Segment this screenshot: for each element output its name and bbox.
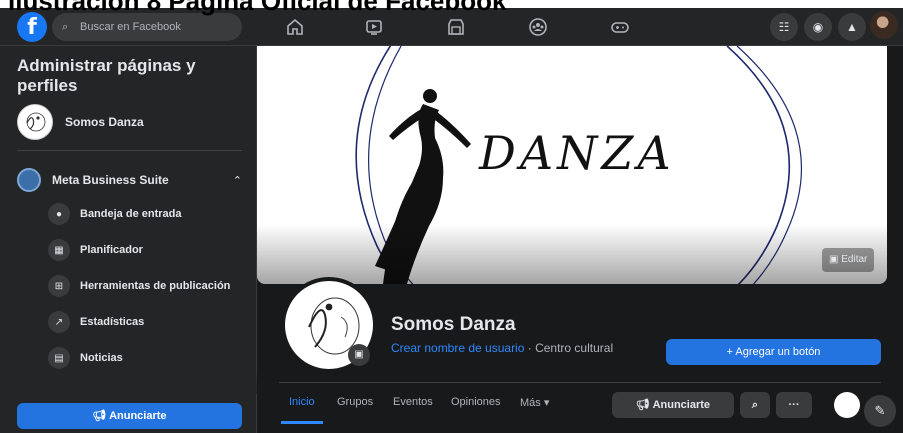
business-suite-label: Meta Business Suite (52, 173, 169, 187)
tab-reviews[interactable]: Opiniones (451, 396, 501, 408)
sidebar-promote-button[interactable]: 📢︎ Anunciarte (17, 403, 242, 429)
sidebar-scroll-fade (0, 366, 257, 394)
more-options-button[interactable]: ··· (776, 392, 812, 418)
tabs-divider (279, 382, 881, 383)
chat-bubble-icon: ● (48, 203, 70, 225)
home-icon[interactable] (285, 17, 305, 37)
figure-caption: Ilustración 8 Página Oficial de Facebook (8, 0, 507, 16)
search-button[interactable]: ⌕ (740, 392, 770, 418)
tab-home[interactable]: Inicio (289, 396, 315, 408)
gaming-icon[interactable] (610, 17, 630, 37)
search-input[interactable]: ⌕ Buscar en Facebook (52, 13, 242, 41)
sidebar-item-planner[interactable]: ▦ Planificador (48, 238, 143, 262)
watch-icon[interactable] (364, 17, 384, 37)
search-icon: ⌕ (62, 21, 69, 33)
sidebar-item-label: Planificador (80, 244, 143, 256)
notifications-icon[interactable]: ▲ (838, 13, 866, 41)
search-icon: ⌕ (751, 399, 759, 411)
page-main-area: DANZA ▣ Editar ▣ Somos Danza Crear nombr… (257, 46, 903, 433)
publish-tools-icon: ⊞ (48, 275, 70, 297)
menu-grid-icon[interactable]: ☷ (770, 13, 798, 41)
camera-icon[interactable]: ▣ (348, 344, 370, 366)
sidebar-item-label: Herramientas de publicación (80, 280, 231, 292)
cover-shade (257, 224, 887, 284)
tab-more[interactable]: Más ▾ (520, 396, 549, 409)
page-mini-avatar[interactable] (834, 392, 860, 418)
cover-wrapper: DANZA ▣ Editar (257, 46, 903, 286)
sidebar-item-label: Noticias (80, 352, 123, 364)
camera-icon: ▣ (829, 254, 839, 265)
add-button-button[interactable]: + Agregar un botón (666, 339, 881, 365)
compose-message-icon[interactable]: ✎ (864, 395, 896, 427)
business-suite-icon (17, 168, 41, 192)
stats-icon: ↗ (48, 311, 70, 333)
cover-title: DANZA (479, 126, 675, 180)
sidebar-title: Administrar páginas y perfiles (17, 56, 196, 95)
sidebar-item-insights[interactable]: ↗ Estadísticas (48, 310, 144, 334)
page-category: · Centro cultural (524, 341, 614, 355)
megaphone-icon: 📢︎ (92, 410, 107, 422)
search-placeholder: Buscar en Facebook (80, 21, 181, 33)
page-subtitle: Crear nombre de usuario · Centro cultura… (391, 341, 613, 355)
megaphone-icon: 📢︎ (635, 399, 650, 411)
sidebar-item-inbox[interactable]: ● Bandeja de entrada (48, 202, 181, 226)
sidebar-divider (17, 150, 242, 151)
promote-button[interactable]: 📢︎ Anunciarte (612, 392, 734, 418)
meta-business-suite-toggle[interactable]: Meta Business Suite ⌃ (17, 166, 242, 194)
page-title: Somos Danza (391, 314, 516, 335)
messenger-icon[interactable]: ◉ (804, 13, 832, 41)
sidebar-item-label: Estadísticas (80, 316, 145, 328)
cover-photo: DANZA ▣ Editar (257, 46, 887, 284)
sidebar-page-item[interactable]: Somos Danza (17, 104, 144, 140)
active-tab-indicator (281, 421, 323, 424)
edit-cover-label: Editar (841, 254, 868, 265)
sidebar-item-publishing-tools[interactable]: ⊞ Herramientas de publicación (48, 274, 230, 298)
promote-label: Anunciarte (652, 399, 711, 411)
dance-logo-icon (26, 112, 46, 132)
create-username-link[interactable]: Crear nombre de usuario (391, 341, 524, 355)
tab-groups[interactable]: Grupos (337, 396, 373, 408)
profile-avatar[interactable] (870, 11, 898, 39)
manage-pages-sidebar: Administrar páginas y perfiles Somos Dan… (0, 46, 257, 433)
calendar-icon: ▦ (48, 239, 70, 261)
page-avatar (17, 104, 53, 140)
tab-events[interactable]: Eventos (393, 396, 433, 408)
edit-cover-button[interactable]: ▣ Editar (822, 248, 875, 272)
facebook-page-screenshot: Ilustración 8 Página Oficial de Facebook… (0, 0, 903, 433)
marketplace-icon[interactable] (446, 17, 466, 37)
sidebar-page-name: Somos Danza (65, 115, 144, 129)
chevron-up-icon: ⌃ (232, 174, 242, 187)
promote-label: Anunciarte (109, 410, 167, 422)
sidebar-item-label: Bandeja de entrada (80, 208, 182, 220)
groups-icon[interactable] (528, 17, 548, 37)
